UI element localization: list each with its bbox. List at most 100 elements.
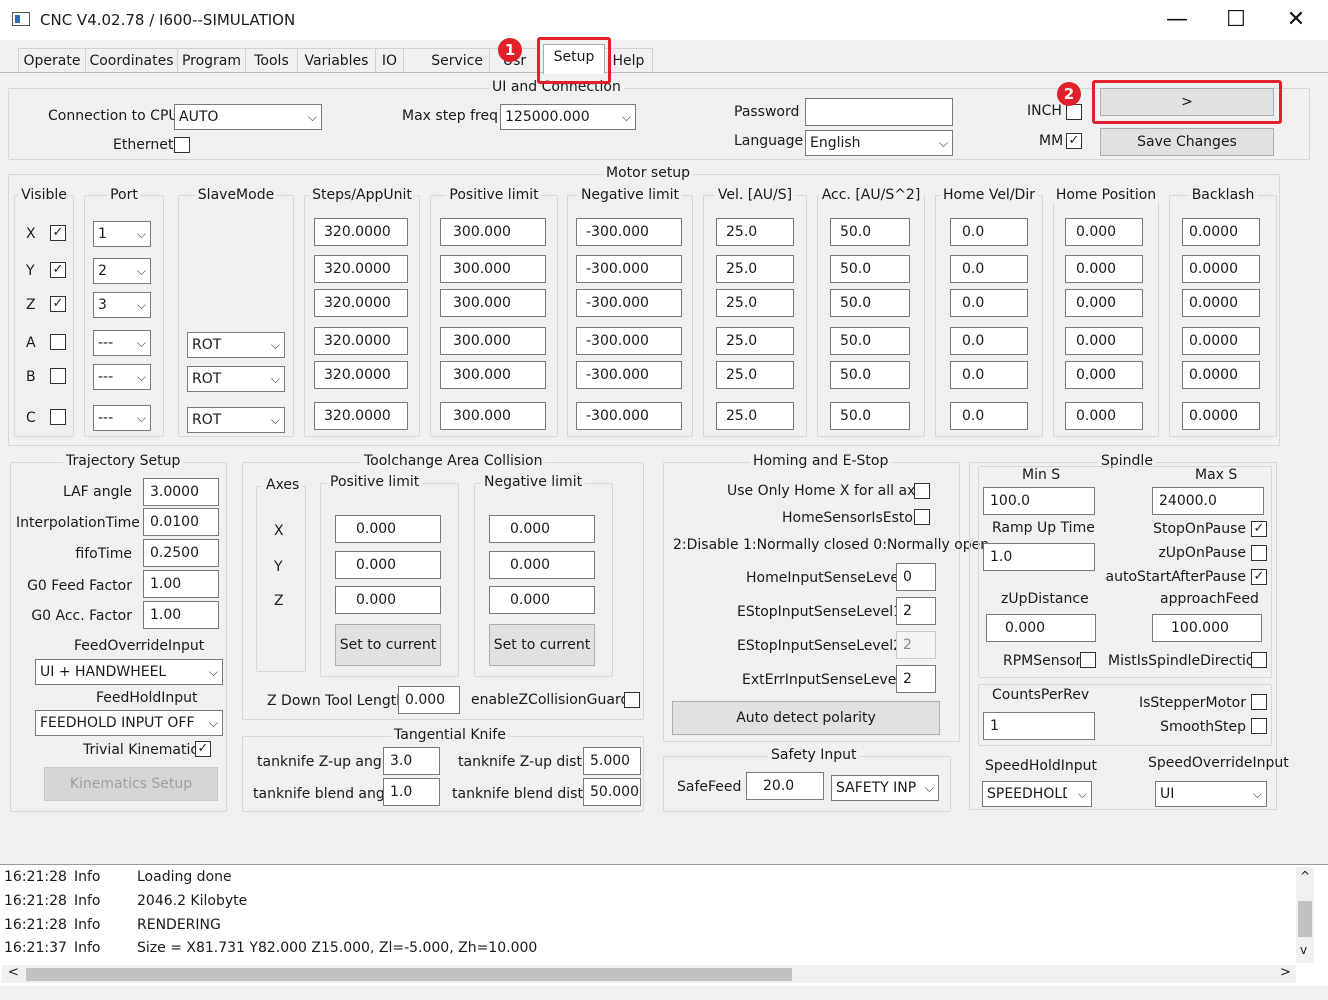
motor-homepos-input[interactable]: 0.000 bbox=[1065, 255, 1143, 283]
motor-neglimit-input[interactable]: -300.000 bbox=[576, 289, 682, 317]
scroll-down-icon[interactable]: v bbox=[1300, 943, 1307, 957]
motor-acc-input[interactable]: 50.0 bbox=[830, 361, 910, 389]
kinematics-setup-button[interactable]: Kinematics Setup bbox=[44, 767, 218, 801]
motor-visible-checkbox[interactable] bbox=[50, 368, 66, 384]
motor-neglimit-input[interactable]: -300.000 bbox=[576, 327, 682, 355]
approach-input[interactable]: 100.000 bbox=[1152, 614, 1262, 642]
autostart-checkbox[interactable]: ✓ bbox=[1251, 569, 1267, 585]
tc-neg-set-current-button[interactable]: Set to current bbox=[489, 624, 595, 666]
rpmsensor-checkbox[interactable] bbox=[1080, 652, 1096, 668]
tc-neg-z-input[interactable]: 0.000 bbox=[489, 586, 595, 614]
min-s-input[interactable]: 100.0 bbox=[983, 487, 1095, 515]
zup-dist-input[interactable]: 5.000 bbox=[583, 747, 641, 775]
motor-steps-input[interactable]: 320.0000 bbox=[314, 327, 408, 355]
motor-steps-input[interactable]: 320.0000 bbox=[314, 255, 408, 283]
motor-homepos-input[interactable]: 0.000 bbox=[1065, 218, 1143, 246]
motor-homevel-input[interactable]: 0.0 bbox=[950, 327, 1028, 355]
minimize-button[interactable]: — bbox=[1148, 0, 1206, 40]
zupdist-input[interactable]: 0.000 bbox=[986, 614, 1096, 642]
motor-poslimit-input[interactable]: 300.000 bbox=[440, 361, 546, 389]
tc-pos-z-input[interactable]: 0.000 bbox=[335, 586, 441, 614]
motor-poslimit-input[interactable]: 300.000 bbox=[440, 327, 546, 355]
onlyhome-checkbox[interactable] bbox=[914, 483, 930, 499]
motor-port-select[interactable]: --- ⌵ bbox=[93, 405, 151, 431]
tc-neg-x-input[interactable]: 0.000 bbox=[489, 515, 595, 543]
motor-acc-input[interactable]: 50.0 bbox=[830, 255, 910, 283]
motor-poslimit-input[interactable]: 300.000 bbox=[440, 255, 546, 283]
scroll-thumb[interactable] bbox=[1298, 901, 1312, 937]
estop2-input[interactable]: 2 bbox=[896, 631, 936, 659]
smoothstep-checkbox[interactable] bbox=[1251, 718, 1267, 734]
tab-coordinates[interactable]: Coordinates bbox=[86, 48, 178, 72]
tc-pos-x-input[interactable]: 0.000 bbox=[335, 515, 441, 543]
tc-neg-y-input[interactable]: 0.000 bbox=[489, 551, 595, 579]
mm-checkbox[interactable]: ✓ bbox=[1066, 133, 1082, 149]
motor-port-select[interactable]: 2 ⌵ bbox=[93, 258, 151, 284]
motor-slave-select[interactable]: ROT ⌵ bbox=[187, 366, 285, 392]
motor-steps-input[interactable]: 320.0000 bbox=[314, 289, 408, 317]
motor-poslimit-input[interactable]: 300.000 bbox=[440, 402, 546, 430]
zcollision-guard-checkbox[interactable] bbox=[624, 692, 640, 708]
motor-neglimit-input[interactable]: -300.000 bbox=[576, 218, 682, 246]
stoponpause-checkbox[interactable]: ✓ bbox=[1251, 521, 1267, 537]
motor-port-select[interactable]: 3 ⌵ bbox=[93, 292, 151, 318]
motor-visible-checkbox[interactable]: ✓ bbox=[50, 262, 66, 278]
password-input[interactable] bbox=[805, 98, 953, 126]
motor-steps-input[interactable]: 320.0000 bbox=[314, 402, 408, 430]
tab-io[interactable]: IO bbox=[376, 48, 404, 72]
motor-backlash-input[interactable]: 0.0000 bbox=[1182, 218, 1260, 246]
motor-slave-select[interactable]: ROT ⌵ bbox=[187, 407, 285, 433]
motor-port-select[interactable]: --- ⌵ bbox=[93, 364, 151, 390]
motor-visible-checkbox[interactable]: ✓ bbox=[50, 296, 66, 312]
motor-slave-select[interactable]: ROT ⌵ bbox=[187, 332, 285, 358]
motor-homepos-input[interactable]: 0.000 bbox=[1065, 327, 1143, 355]
motor-homepos-input[interactable]: 0.000 bbox=[1065, 289, 1143, 317]
motor-backlash-input[interactable]: 0.0000 bbox=[1182, 255, 1260, 283]
motor-poslimit-input[interactable]: 300.000 bbox=[440, 218, 546, 246]
motor-steps-input[interactable]: 320.0000 bbox=[314, 361, 408, 389]
tab-program[interactable]: Program bbox=[178, 48, 246, 72]
tab-variables[interactable]: Variables bbox=[298, 48, 376, 72]
motor-acc-input[interactable]: 50.0 bbox=[830, 327, 910, 355]
maxstep-select[interactable]: 125000.000 ⌵ bbox=[500, 104, 636, 130]
scroll-right-icon[interactable]: > bbox=[1280, 965, 1291, 980]
motor-poslimit-input[interactable]: 300.000 bbox=[440, 289, 546, 317]
blend-dist-input[interactable]: 50.000 bbox=[583, 778, 641, 806]
feedoverride-select[interactable]: UI + HANDWHEEL ⌵ bbox=[35, 659, 223, 685]
scroll-up-icon[interactable]: ^ bbox=[1300, 869, 1310, 883]
counts-input[interactable]: 1 bbox=[983, 712, 1095, 740]
motor-vel-input[interactable]: 25.0 bbox=[716, 327, 794, 355]
scroll-left-icon[interactable]: < bbox=[8, 965, 19, 980]
safety-input-select[interactable]: SAFETY INPUT ⌵ bbox=[831, 775, 939, 801]
horizontal-scrollbar[interactable]: < > bbox=[2, 965, 1296, 983]
motor-neglimit-input[interactable]: -300.000 bbox=[576, 255, 682, 283]
motor-backlash-input[interactable]: 0.0000 bbox=[1182, 289, 1260, 317]
laf-input[interactable]: 3.0000 bbox=[143, 478, 219, 506]
motor-visible-checkbox[interactable] bbox=[50, 409, 66, 425]
motor-acc-input[interactable]: 50.0 bbox=[830, 218, 910, 246]
speedoverride-select[interactable]: UI ⌵ bbox=[1155, 781, 1267, 807]
mist-checkbox[interactable] bbox=[1251, 652, 1267, 668]
fifo-input[interactable]: 0.2500 bbox=[143, 539, 219, 567]
speedhold-select[interactable]: SPEEDHOLD INPUT ⌵ bbox=[982, 781, 1092, 807]
inch-checkbox[interactable] bbox=[1066, 104, 1082, 120]
vertical-scrollbar[interactable]: ^ v bbox=[1296, 867, 1314, 963]
motor-homevel-input[interactable]: 0.0 bbox=[950, 289, 1028, 317]
motor-vel-input[interactable]: 25.0 bbox=[716, 255, 794, 283]
estop1-input[interactable]: 2 bbox=[896, 597, 936, 625]
tab-help[interactable]: Help bbox=[605, 48, 653, 72]
motor-backlash-input[interactable]: 0.0000 bbox=[1182, 327, 1260, 355]
safefeed-input[interactable]: 20.0 bbox=[746, 772, 824, 800]
motor-backlash-input[interactable]: 0.0000 bbox=[1182, 361, 1260, 389]
max-s-input[interactable]: 24000.0 bbox=[1152, 487, 1264, 515]
language-select[interactable]: English ⌵ bbox=[805, 130, 953, 156]
tab-operate[interactable]: Operate bbox=[18, 48, 86, 72]
zup-angle-input[interactable]: 3.0 bbox=[383, 747, 440, 775]
tab-tools[interactable]: Tools bbox=[246, 48, 298, 72]
motor-neglimit-input[interactable]: -300.000 bbox=[576, 402, 682, 430]
cpu-select[interactable]: AUTO ⌵ bbox=[174, 104, 322, 130]
zuponpause-checkbox[interactable] bbox=[1251, 545, 1267, 561]
motor-vel-input[interactable]: 25.0 bbox=[716, 289, 794, 317]
maximize-button[interactable]: ☐ bbox=[1207, 0, 1265, 40]
motor-vel-input[interactable]: 25.0 bbox=[716, 361, 794, 389]
